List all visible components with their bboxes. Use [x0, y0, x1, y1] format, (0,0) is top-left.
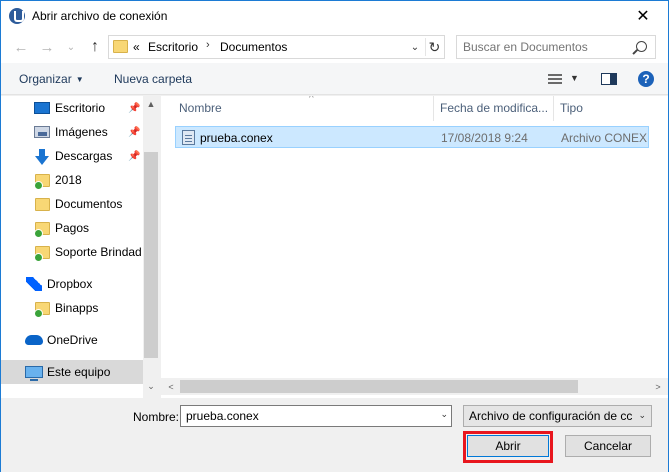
column-header-modified[interactable]: Fecha de modifica... — [434, 96, 554, 121]
breadcrumb-overflow[interactable]: « — [133, 40, 140, 54]
onedrive-icon — [25, 335, 43, 345]
sidebar-item-label: OneDrive — [47, 333, 98, 347]
file-name-label: Nombre: — [133, 410, 180, 424]
folder-icon — [34, 173, 50, 190]
folder-icon — [35, 197, 50, 211]
file-list: Nombre ^ Fecha de modifica... Tipo prueb… — [161, 96, 668, 398]
sidebar-item-onedrive[interactable]: OneDrive — [1, 328, 143, 352]
column-header-label: Nombre — [179, 101, 222, 115]
sidebar-item-label: Escritorio — [55, 101, 106, 115]
downloads-icon — [35, 149, 49, 165]
file-name: prueba.conex — [200, 131, 273, 145]
scroll-left-icon[interactable]: < — [163, 379, 179, 395]
breadcrumb-item-documentos[interactable]: Documentos — [220, 40, 287, 54]
sidebar-item-soporte-brindad[interactable]: Soporte Brindad — [1, 240, 143, 264]
up-arrow-icon[interactable]: ↑ — [85, 37, 105, 57]
images-icon — [34, 126, 50, 138]
file-list-horizontal-scrollbar[interactable]: < > — [161, 378, 668, 395]
sidebar-item-label: Pagos — [55, 221, 90, 235]
search-box[interactable] — [456, 35, 656, 59]
cancel-button[interactable]: Cancelar — [565, 435, 651, 457]
chevron-down-icon[interactable]: ⌄ — [638, 410, 646, 421]
sidebar-item-label: Este equipo — [47, 365, 111, 379]
file-type-value: Archivo de configuración de cc — [469, 409, 633, 423]
scroll-down-icon[interactable]: ⌄ — [143, 378, 159, 394]
sidebar-item-label: Dropbox — [47, 277, 93, 291]
pin-icon[interactable]: 📌 — [128, 151, 140, 162]
breadcrumb-separator[interactable]: › — [206, 39, 210, 51]
sidebar-item-escritorio[interactable]: Escritorio 📌 — [1, 96, 143, 120]
sort-ascending-icon: ^ — [309, 96, 314, 104]
file-name-combo[interactable]: ⌄ — [180, 405, 452, 427]
scrollbar-thumb[interactable] — [180, 380, 578, 393]
caret-down-icon: ▼ — [75, 75, 84, 84]
sidebar-item-descargas[interactable]: Descargas 📌 — [1, 144, 143, 168]
title-bar: Abrir archivo de conexión ✕ — [1, 1, 668, 31]
pin-icon[interactable]: 📌 — [128, 103, 140, 114]
sidebar-item-este-equipo[interactable]: Este equipo — [1, 360, 143, 384]
scrollbar-thumb[interactable] — [144, 152, 158, 358]
preview-pane-icon[interactable] — [601, 73, 617, 85]
sidebar-item-label: Imágenes — [55, 125, 108, 139]
folder-icon — [113, 40, 128, 53]
sidebar-item-label: Documentos — [55, 197, 123, 211]
navigation-bar: ← → ⌄ ↑ « Escritorio › Documentos ⌄ ↻ — [1, 31, 668, 63]
file-modified: 17/08/2018 9:24 — [441, 131, 528, 145]
column-header-name[interactable]: Nombre ^ — [173, 96, 434, 121]
app-icon — [9, 8, 25, 24]
sidebar-item-pagos[interactable]: Pagos — [1, 216, 143, 240]
navigation-pane-scrollbar[interactable]: ▲ ⌄ — [143, 96, 159, 398]
sidebar-item-label: Descargas — [55, 149, 113, 163]
sidebar-item-label: Binapps — [55, 301, 99, 315]
folder-icon — [34, 221, 50, 238]
view-options-caret-icon[interactable]: ▼ — [570, 73, 579, 83]
sidebar-item-2018[interactable]: 2018 — [1, 168, 143, 192]
folder-icon — [34, 301, 50, 318]
dialog-footer: Nombre: ⌄ Archivo de configuración de cc… — [1, 398, 668, 472]
forward-arrow-icon[interactable]: → — [37, 37, 57, 57]
search-input[interactable] — [463, 39, 633, 55]
search-icon[interactable] — [636, 41, 647, 52]
scroll-right-icon[interactable]: > — [650, 379, 666, 395]
file-type: Archivo CONEX — [561, 131, 648, 145]
recent-locations-icon[interactable]: ⌄ — [61, 37, 81, 57]
column-header-type[interactable]: Tipo — [554, 96, 664, 121]
address-dropdown-icon[interactable]: ⌄ — [407, 38, 423, 56]
scroll-up-icon[interactable]: ▲ — [143, 96, 159, 112]
sidebar-item-label: 2018 — [55, 173, 82, 187]
chevron-down-icon[interactable]: ⌄ — [440, 409, 448, 420]
desktop-icon — [34, 102, 50, 114]
navigation-pane: Escritorio 📌 Imágenes 📌 Descargas 📌 2018… — [1, 96, 159, 398]
pin-icon[interactable]: 📌 — [128, 127, 140, 138]
folder-icon — [34, 245, 50, 262]
breadcrumb-item-escritorio[interactable]: Escritorio — [148, 40, 198, 54]
sidebar-item-binapps[interactable]: Binapps — [1, 296, 143, 320]
table-row[interactable]: prueba.conex 17/08/2018 9:24 Archivo CON… — [175, 126, 649, 148]
organize-label: Organizar — [19, 72, 72, 86]
file-icon — [182, 130, 195, 145]
sidebar-item-dropbox[interactable]: Dropbox — [1, 272, 143, 296]
computer-icon — [25, 366, 43, 381]
sidebar-item-label: Soporte Brindad — [55, 245, 142, 259]
command-toolbar: Organizar ▼ Nueva carpeta ▼ ? — [1, 63, 668, 95]
refresh-icon[interactable]: ↻ — [425, 38, 443, 56]
open-button[interactable]: Abrir — [467, 435, 549, 457]
close-button[interactable]: ✕ — [622, 1, 664, 31]
file-type-select[interactable]: Archivo de configuración de cc ⌄ — [463, 405, 652, 427]
window-title: Abrir archivo de conexión — [32, 9, 168, 23]
dropbox-icon — [26, 277, 42, 291]
address-bar[interactable]: « Escritorio › Documentos ⌄ ↻ — [108, 35, 445, 59]
sidebar-item-imagenes[interactable]: Imágenes 📌 — [1, 120, 143, 144]
new-folder-button[interactable]: Nueva carpeta — [114, 72, 192, 86]
back-arrow-icon[interactable]: ← — [11, 37, 31, 57]
view-options-icon[interactable] — [548, 74, 562, 84]
organize-button[interactable]: Organizar ▼ — [19, 72, 84, 86]
help-icon[interactable]: ? — [638, 71, 654, 87]
file-name-input[interactable] — [186, 409, 426, 423]
open-file-dialog: Abrir archivo de conexión ✕ ← → ⌄ ↑ « Es… — [0, 0, 669, 472]
sidebar-item-documentos[interactable]: Documentos — [1, 192, 143, 216]
